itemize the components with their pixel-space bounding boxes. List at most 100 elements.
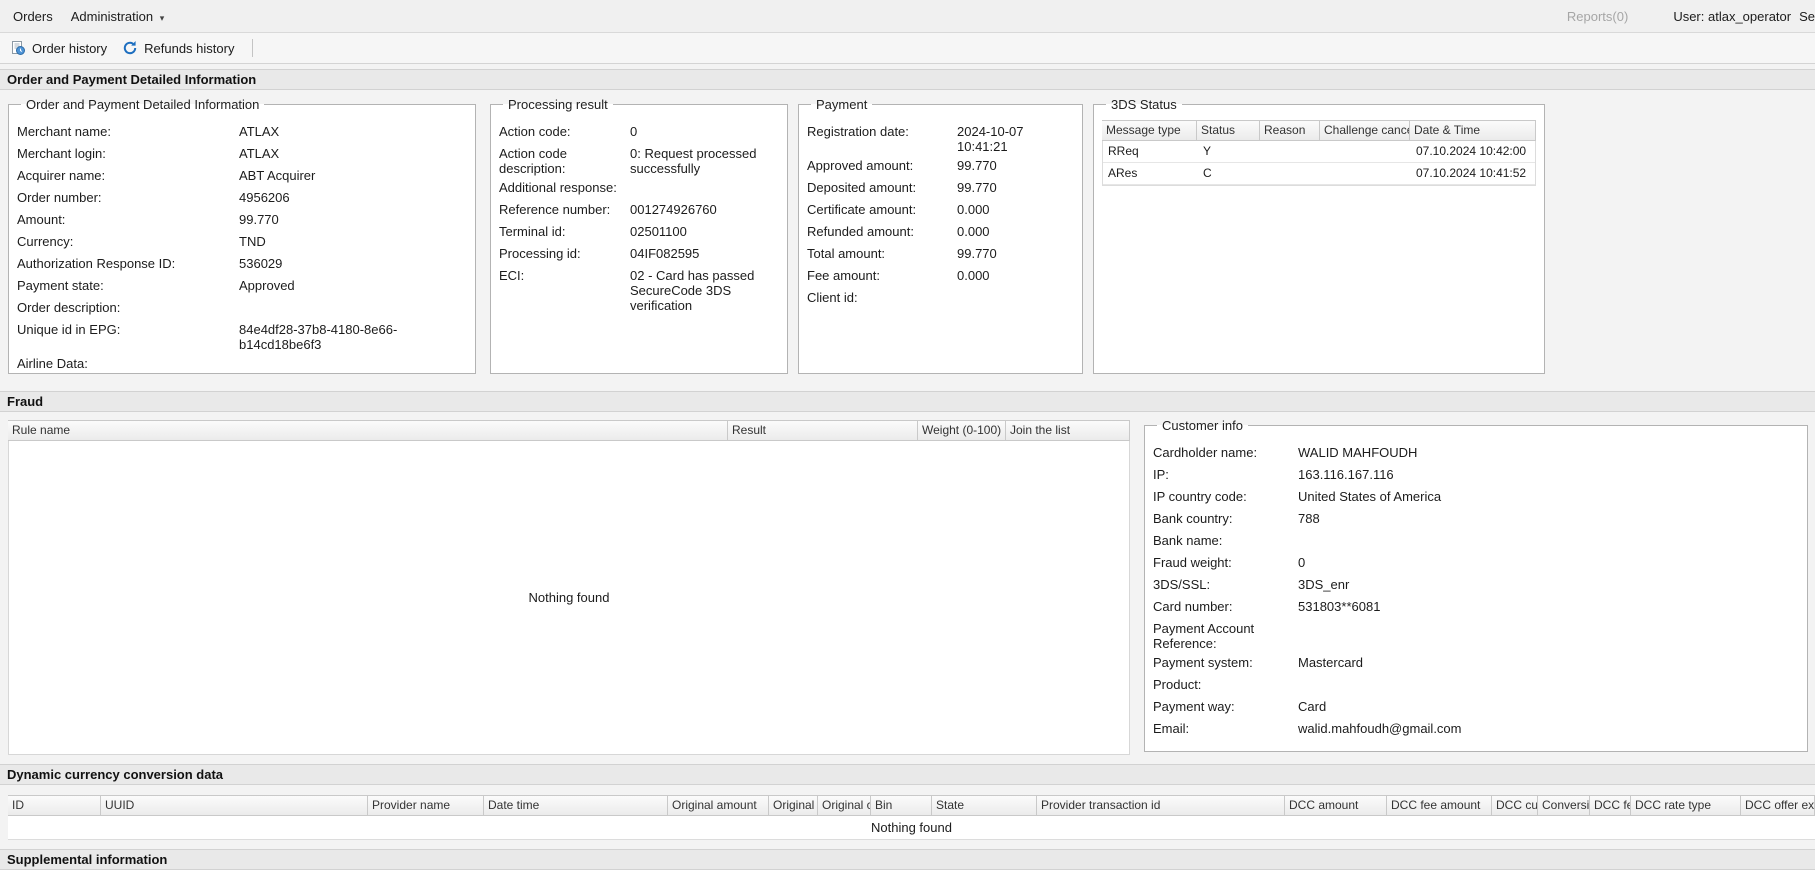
field-row: Deposited amount: 99.770 <box>807 176 1074 198</box>
field-value: ATLAX <box>239 146 280 161</box>
field-value: 001274926760 <box>630 202 717 217</box>
menu-orders[interactable]: Orders <box>4 9 62 24</box>
field-value: 84e4df28-37b8-4180-8e66-b14cd18be6f3 <box>239 322 398 352</box>
field-label: Order description: <box>17 300 121 315</box>
chevron-down-icon: ▾ <box>159 12 165 23</box>
field-value <box>957 286 1074 308</box>
column-header[interactable]: Weight (0-100) <box>918 420 1006 441</box>
column-header[interactable]: Date & Time <box>1410 120 1536 141</box>
column-header[interactable]: Challenge cancel <box>1320 120 1410 141</box>
field-row: Payment way: Card <box>1153 695 1799 717</box>
field-value: 0 <box>630 124 638 139</box>
column-header[interactable]: Date time <box>484 795 668 816</box>
column-header[interactable]: Original f <box>769 795 818 816</box>
field-label: Total amount: <box>807 246 886 261</box>
column-header[interactable]: Reason <box>1260 120 1320 141</box>
field-label: Refunded amount: <box>807 224 914 239</box>
column-header[interactable]: DCC amount <box>1285 795 1387 816</box>
field-value: 0 <box>1298 555 1306 570</box>
field-row: IP country code: United States of Americ… <box>1153 485 1799 507</box>
field-value: 163.116.167.116 <box>1298 467 1394 482</box>
menu-administration[interactable]: Administration ▾ <box>62 9 174 24</box>
field-label: Terminal id: <box>499 224 566 239</box>
field-value: ABT Acquirer <box>239 168 316 183</box>
column-header[interactable]: Message type <box>1102 120 1197 141</box>
field-label: IP country code: <box>1153 489 1247 504</box>
column-header[interactable]: Join the list <box>1006 420 1130 441</box>
column-header[interactable]: DCC rate type <box>1631 795 1741 816</box>
toolbar-separator <box>252 39 254 57</box>
field-label: Amount: <box>17 212 66 227</box>
column-header[interactable]: Provider transaction id <box>1037 795 1285 816</box>
column-header[interactable]: Original amount <box>668 795 769 816</box>
field-value <box>630 176 779 198</box>
field-label: Fee amount: <box>807 268 880 283</box>
field-value: WALID MAHFOUDH <box>1298 445 1418 460</box>
tds-status-table-header: Message type Status Reason Challenge can… <box>1102 120 1536 141</box>
field-label: Merchant login: <box>17 146 106 161</box>
dcc-table-body: Nothing found <box>8 816 1815 840</box>
cell-status: Y <box>1203 144 1212 158</box>
column-header[interactable]: Result <box>728 420 918 441</box>
field-value <box>1298 673 1799 695</box>
column-header[interactable]: Provider name <box>368 795 484 816</box>
column-header[interactable]: Rule name <box>8 420 728 441</box>
field-row: Payment system: Mastercard <box>1153 651 1799 673</box>
field-value: 0.000 <box>957 202 990 217</box>
column-header[interactable]: Status <box>1197 120 1260 141</box>
menu-reports[interactable]: Reports(0) <box>1558 9 1637 24</box>
column-header[interactable]: State <box>932 795 1037 816</box>
column-header[interactable]: DCC fee <box>1590 795 1631 816</box>
field-value: walid.mahfoudh@gmail.com <box>1298 721 1462 736</box>
field-value <box>1298 529 1799 551</box>
order-details-panel: Order and Payment Detailed Information M… <box>8 97 476 374</box>
menu-truncated-item[interactable]: Se <box>1799 9 1815 24</box>
tds-status-panel: 3DS Status Message type Status Reason Ch… <box>1093 97 1545 374</box>
field-row: Merchant login: ATLAX <box>17 142 467 164</box>
fraud-table-header: Rule name Result Weight (0-100) Join the… <box>8 420 1130 441</box>
field-value <box>239 352 467 374</box>
field-value: United States of America <box>1298 489 1442 504</box>
field-label: Card number: <box>1153 599 1233 614</box>
tds-status-table: Message type Status Reason Challenge can… <box>1102 120 1536 186</box>
payment-legend: Payment <box>816 97 868 112</box>
field-label: Bank name: <box>1153 533 1223 548</box>
field-value: 02 - Card has passed SecureCode 3DS veri… <box>630 268 755 313</box>
field-label: Additional response: <box>499 180 617 195</box>
field-label: Acquirer name: <box>17 168 106 183</box>
dcc-table: ID UUID Provider name Date time Original… <box>8 795 1815 840</box>
field-label: Payment Account Reference: <box>1153 621 1255 651</box>
field-row: Product: <box>1153 673 1799 695</box>
column-header[interactable]: Original c <box>818 795 871 816</box>
column-header[interactable]: DCC fee amount <box>1387 795 1492 816</box>
menu-bar: Orders Administration ▾ Reports(0) User:… <box>0 0 1815 33</box>
fraud-table-body: Nothing found <box>8 441 1130 755</box>
column-header[interactable]: DCC offer exp <box>1741 795 1815 816</box>
field-label: Email: <box>1153 721 1190 736</box>
field-label: Order number: <box>17 190 102 205</box>
table-row[interactable]: ARes C 07.10.2024 10:41:52 <box>1103 163 1535 185</box>
order-history-label: Order history <box>32 40 108 56</box>
field-row: Bank country: 788 <box>1153 507 1799 529</box>
field-label: Payment system: <box>1153 655 1253 670</box>
field-value: 02501100 <box>630 224 687 239</box>
field-row: Refunded amount: 0.000 <box>807 220 1074 242</box>
column-header[interactable]: ID <box>8 795 101 816</box>
field-row: Approved amount: 99.770 <box>807 154 1074 176</box>
processing-result-fields: Action code: 0 Action code description: … <box>499 114 779 313</box>
refunds-history-button[interactable]: Refunds history <box>118 37 243 59</box>
column-header[interactable]: UUID <box>101 795 368 816</box>
field-label: Product: <box>1153 677 1202 692</box>
field-label: Action code: <box>499 124 571 139</box>
field-value <box>239 296 467 318</box>
order-history-button[interactable]: Order history <box>6 37 116 59</box>
column-header[interactable]: Bin <box>871 795 932 816</box>
field-label: Fraud weight: <box>1153 555 1232 570</box>
field-label: Approved amount: <box>807 158 914 173</box>
column-header[interactable]: DCC curr <box>1492 795 1538 816</box>
field-value: 788 <box>1298 511 1320 526</box>
field-label: Processing id: <box>499 246 581 261</box>
column-header[interactable]: Conversi <box>1538 795 1590 816</box>
field-row: Action code description: 0: Request proc… <box>499 142 779 176</box>
table-row[interactable]: RReq Y 07.10.2024 10:42:00 <box>1103 141 1535 163</box>
